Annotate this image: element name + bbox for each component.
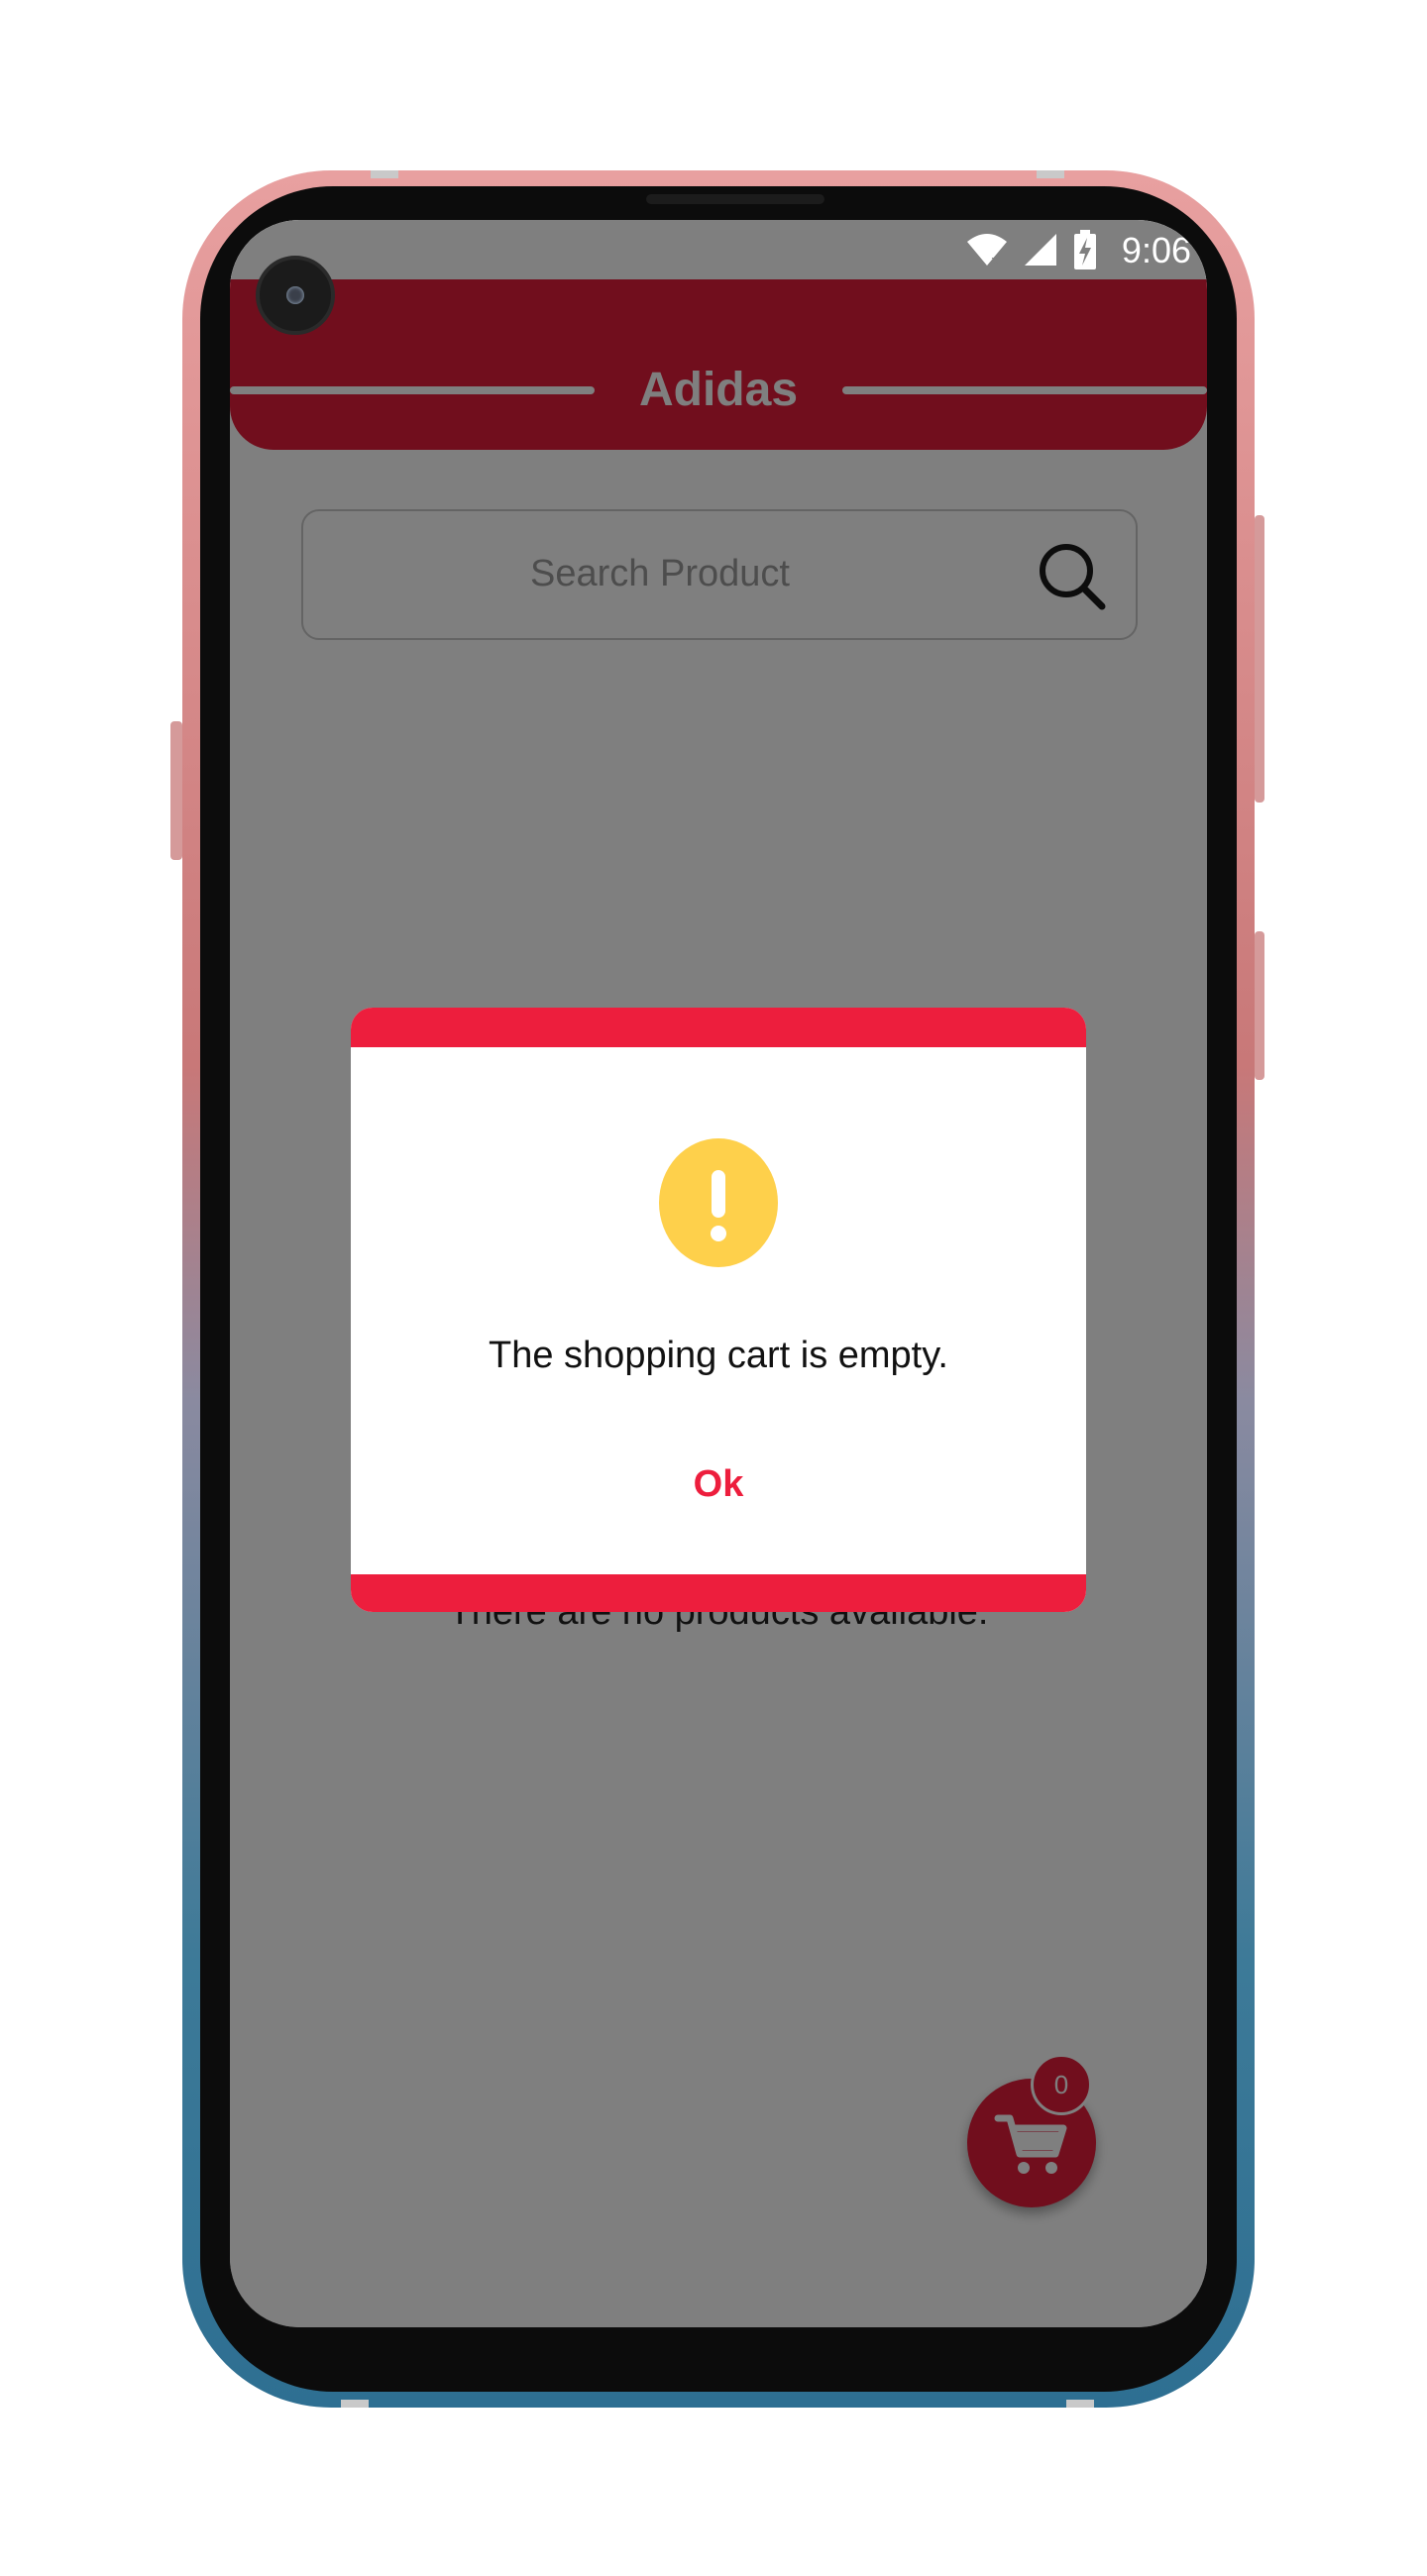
warning-icon [659,1138,778,1267]
ok-button[interactable]: Ok [619,1449,818,1519]
exclamation-bar [712,1170,725,1218]
camera-lens [286,286,304,304]
dialog-message: The shopping cart is empty. [489,1335,948,1376]
status-icons: x [965,230,1098,269]
device-mockup: Adidas Search Product There are no produ… [0,0,1427,2576]
status-time: 9:06 [1121,230,1191,270]
dialog-bottom-band [351,1574,1086,1612]
speaker-grille [646,194,824,204]
wifi-icon: x [967,234,1007,268]
svg-text:x: x [991,254,999,268]
front-camera [256,256,335,335]
exclamation-dot [711,1226,726,1241]
alert-dialog: The shopping cart is empty. Ok [351,1008,1086,1612]
frame-stud [341,2400,369,2408]
volume-button [1255,931,1264,1080]
dialog-top-band [351,1008,1086,1047]
signal-icon [1025,234,1056,266]
frame-stud [1037,170,1064,178]
app-screen: Adidas Search Product There are no produ… [230,220,1207,2327]
frame-stud [371,170,398,178]
power-button [1255,515,1264,803]
side-key [170,721,182,860]
battery-charging-icon [1074,230,1096,269]
frame-stud [1066,2400,1094,2408]
